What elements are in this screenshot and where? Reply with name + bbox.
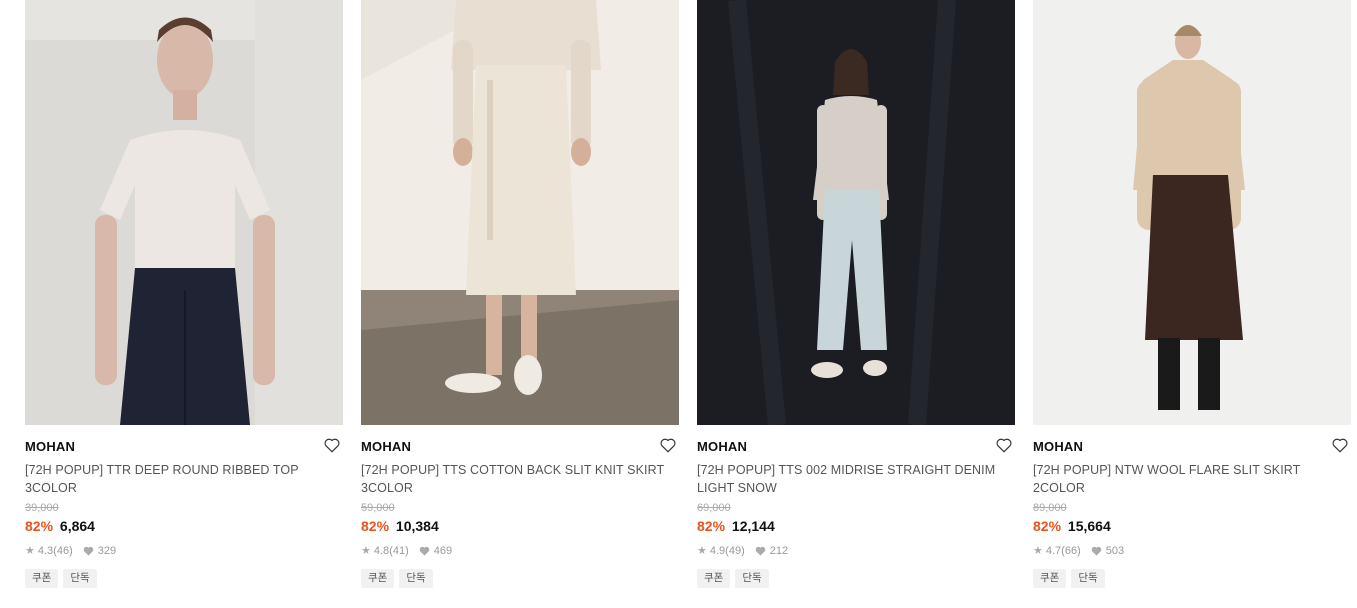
star-icon: ★ [25,545,35,557]
review-count: (41) [389,545,409,557]
product-title[interactable]: [72H POPUP] TTS 002 MIDRISE STRAIGHT DEN… [697,461,1015,497]
exclusive-tag: 단독 [63,569,97,588]
discount-rate: 82% [697,518,726,534]
brand-name[interactable]: MOHAN [25,438,343,456]
sale-price: 12,144 [731,518,775,534]
original-price: 89,000 [1033,502,1067,514]
discount-rate: 82% [25,518,54,534]
product-title[interactable]: [72H POPUP] TTR DEEP ROUND RIBBED TOP 3C… [25,461,343,497]
brand-name[interactable]: MOHAN [1033,438,1351,456]
exclusive-tag: 단독 [399,569,433,588]
wishlist-heart-icon[interactable] [323,436,341,454]
price-row: 82% 6,864 [25,516,343,536]
price-row: 82% 10,384 [361,516,679,536]
star-icon: ★ [361,545,371,557]
product-stats: ★ 4.7 (66) 503 [1033,544,1351,558]
product-stats: ★ 4.3 (46) 329 [25,544,343,558]
product-card[interactable]: MOHAN [72H POPUP] NTW WOOL FLARE SLIT SK… [1033,0,1351,588]
original-price: 59,000 [361,502,395,514]
heart-filled-icon [83,546,94,556]
sale-price: 6,864 [59,518,95,534]
discount-rate: 82% [361,518,390,534]
discount-rate: 82% [1033,518,1062,534]
heart-filled-icon [1091,546,1102,556]
product-grid: MOHAN [72H POPUP] TTR DEEP ROUND RIBBED … [0,0,1357,608]
wishlist-heart-icon[interactable] [659,436,677,454]
tag-list: 쿠폰 단독 [1033,569,1351,588]
coupon-tag: 쿠폰 [1033,569,1067,588]
review-count: (49) [725,545,745,557]
exclusive-tag: 단독 [1071,569,1105,588]
like-count: 469 [433,545,453,557]
heart-filled-icon [755,546,766,556]
product-title[interactable]: [72H POPUP] NTW WOOL FLARE SLIT SKIRT 2C… [1033,461,1351,497]
product-card[interactable]: MOHAN [72H POPUP] TTR DEEP ROUND RIBBED … [25,0,343,588]
rating-value: 4.9 [709,545,726,557]
sale-price: 10,384 [395,518,439,534]
brand-name[interactable]: MOHAN [361,438,679,456]
original-price: 39,000 [25,502,59,514]
coupon-tag: 쿠폰 [25,569,59,588]
original-price: 69,000 [697,502,731,514]
product-card[interactable]: MOHAN [72H POPUP] TTS 002 MIDRISE STRAIG… [697,0,1015,588]
coupon-tag: 쿠폰 [697,569,731,588]
price-row: 82% 12,144 [697,516,1015,536]
review-count: (46) [53,545,73,557]
rating-value: 4.8 [373,545,390,557]
like-count: 212 [769,545,789,557]
wishlist-heart-icon[interactable] [995,436,1013,454]
price-row: 82% 15,664 [1033,516,1351,536]
product-card[interactable]: MOHAN [72H POPUP] TTS COTTON BACK SLIT K… [361,0,679,588]
brand-name[interactable]: MOHAN [697,438,1015,456]
tag-list: 쿠폰 단독 [361,569,679,588]
sale-price: 15,664 [1067,518,1111,534]
product-stats: ★ 4.8 (41) 469 [361,544,679,558]
product-title[interactable]: [72H POPUP] TTS COTTON BACK SLIT KNIT SK… [361,461,679,497]
heart-filled-icon [419,546,430,556]
like-count: 503 [1105,545,1125,557]
star-icon: ★ [697,545,707,557]
review-count: (66) [1061,545,1081,557]
wishlist-heart-icon[interactable] [1331,436,1349,454]
product-stats: ★ 4.9 (49) 212 [697,544,1015,558]
star-icon: ★ [1033,545,1043,557]
product-image[interactable] [361,0,679,425]
tag-list: 쿠폰 단독 [25,569,343,588]
product-image[interactable] [25,0,343,425]
coupon-tag: 쿠폰 [361,569,395,588]
product-image[interactable] [697,0,1015,425]
like-count: 329 [97,545,117,557]
rating-value: 4.3 [37,545,54,557]
product-image[interactable] [1033,0,1351,425]
exclusive-tag: 단독 [735,569,769,588]
rating-value: 4.7 [1045,545,1062,557]
tag-list: 쿠폰 단독 [697,569,1015,588]
